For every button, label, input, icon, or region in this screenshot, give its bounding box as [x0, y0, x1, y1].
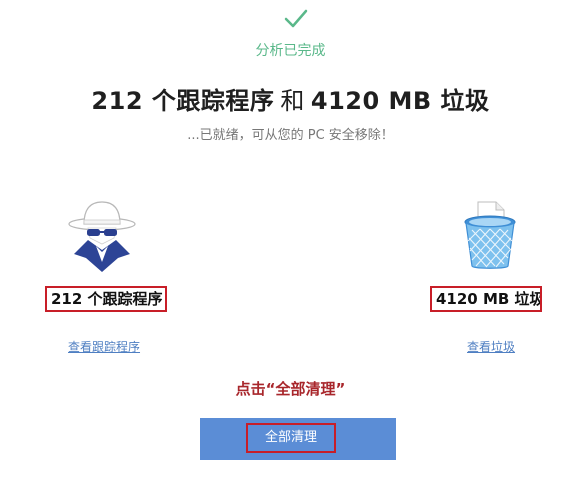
clean-all-button[interactable]: 全部清理: [200, 418, 396, 460]
spy-icon: [68, 201, 136, 272]
headline-trackers: 212 个跟踪程序: [91, 87, 275, 115]
click-instruction: 点击“全部清理”: [235, 380, 346, 398]
analysis-status: 分析已完成: [255, 43, 326, 59]
headline-junk: 4120 MB 垃圾: [310, 87, 490, 115]
trash-bin-icon: [464, 201, 516, 269]
check-icon: [284, 9, 308, 28]
junk-size-label: 4120 MB 垃圾: [430, 286, 542, 312]
trackers-count-label: 212 个跟踪程序: [45, 286, 167, 312]
view-trackers-link[interactable]: 查看跟踪程序: [68, 338, 140, 355]
result-headline: 212 个跟踪程序和 4120 MB 垃圾: [0, 81, 581, 116]
view-junk-link[interactable]: 查看垃圾: [467, 338, 515, 355]
headline-conjunction: 和: [280, 87, 305, 115]
clean-all-button-label: 全部清理: [246, 423, 336, 453]
result-subtitle: ...已就绪，可从您的 PC 安全移除！: [187, 128, 394, 143]
